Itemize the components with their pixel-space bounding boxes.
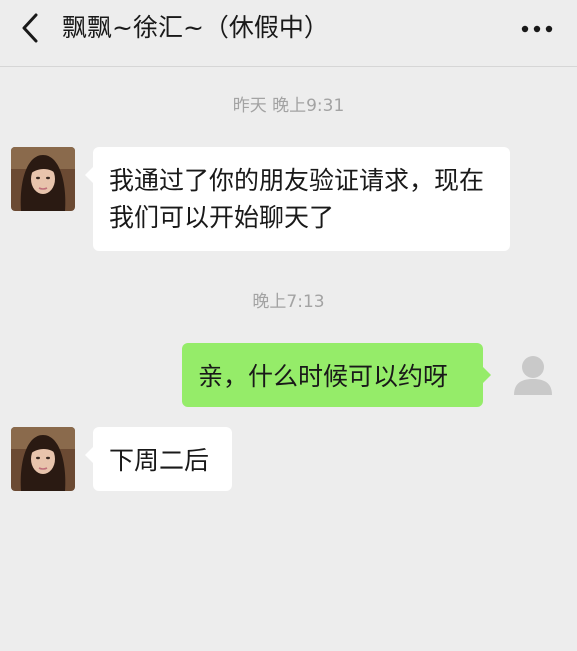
more-horizontal-icon	[521, 25, 553, 33]
message-timestamp: 晚上7:13	[252, 292, 325, 312]
message-timestamp: 昨天 晚上9:31	[232, 96, 345, 116]
message-text: 下周二后	[109, 446, 210, 475]
contact-avatar[interactable]	[11, 147, 75, 211]
contact-photo-avatar	[11, 147, 75, 211]
default-user-avatar	[501, 343, 565, 407]
more-button[interactable]	[519, 14, 555, 44]
outgoing-message-bubble[interactable]: 亲，什么时候可以约呀	[182, 343, 491, 407]
chat-title: 飘飘~徐汇~（休假中）	[62, 13, 329, 42]
message-text: 亲，什么时候可以约呀	[198, 362, 449, 391]
message-text: 我通过了你的朋友验证请求，现在我们可以开始聊天了	[109, 166, 485, 232]
chevron-left-icon	[22, 13, 38, 43]
incoming-message-bubble[interactable]: 下周二后	[85, 427, 232, 491]
contact-avatar[interactable]	[11, 427, 75, 491]
contact-photo-avatar	[11, 427, 75, 491]
back-button[interactable]	[12, 10, 48, 46]
incoming-message-bubble[interactable]: 我通过了你的朋友验证请求，现在我们可以开始聊天了	[85, 147, 510, 251]
chat-header: 飘飘~徐汇~（休假中）	[0, 0, 577, 67]
my-avatar[interactable]	[501, 343, 565, 407]
